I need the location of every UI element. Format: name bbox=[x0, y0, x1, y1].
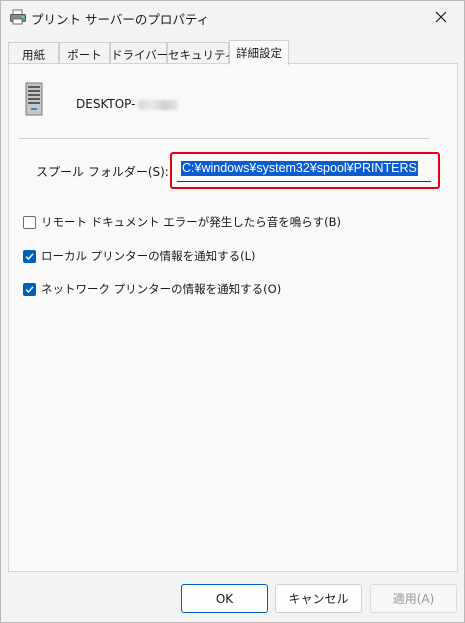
spool-folder-input[interactable]: C:¥windows¥system32¥spool¥PRINTERS bbox=[177, 158, 431, 182]
printer-icon bbox=[9, 8, 27, 26]
close-button[interactable] bbox=[422, 3, 460, 31]
checkmark-icon bbox=[25, 252, 34, 260]
title-bar: プリント サーバーのプロパティ bbox=[1, 1, 464, 35]
checkmark-icon bbox=[25, 285, 34, 293]
spool-folder-value: C:¥windows¥system32¥spool¥PRINTERS bbox=[181, 161, 418, 176]
checkbox-box[interactable] bbox=[23, 282, 36, 296]
checkbox-local-printer-notify[interactable]: ローカル プリンターの情報を通知する(L) bbox=[23, 248, 256, 264]
tab-security[interactable]: セキュリティ bbox=[167, 42, 236, 64]
checkbox-label: リモート ドキュメント エラーが発生したら音を鳴らす(B) bbox=[41, 215, 341, 229]
ok-button[interactable]: OK bbox=[181, 584, 268, 613]
checkbox-network-printer-notify[interactable]: ネットワーク プリンターの情報を通知する(O) bbox=[23, 281, 281, 297]
highlight-callout: C:¥windows¥system32¥spool¥PRINTERS bbox=[170, 152, 440, 189]
tab-label: セキュリティ bbox=[168, 48, 237, 62]
cancel-button[interactable]: キャンセル bbox=[275, 584, 362, 613]
checkbox-label: ネットワーク プリンターの情報を通知する(O) bbox=[41, 282, 282, 296]
tab-advanced[interactable]: 詳細設定 bbox=[229, 40, 289, 65]
tab-ports[interactable]: ポート bbox=[59, 42, 110, 64]
tab-paper[interactable]: 用紙 bbox=[8, 42, 59, 64]
redacted-area bbox=[138, 99, 179, 110]
divider bbox=[19, 138, 429, 139]
advanced-settings-panel: DESKTOP- スプール フォルダー(S): C:¥windows¥syste… bbox=[8, 63, 458, 572]
checkbox-box[interactable] bbox=[23, 215, 36, 229]
checkbox-remote-error-beep[interactable]: リモート ドキュメント エラーが発生したら音を鳴らす(B) bbox=[23, 214, 341, 230]
checkbox-box[interactable] bbox=[23, 249, 36, 263]
window-title: プリント サーバーのプロパティ bbox=[31, 12, 210, 27]
checkbox-label: ローカル プリンターの情報を通知する(L) bbox=[41, 249, 256, 263]
tab-label: ポート bbox=[67, 48, 102, 62]
close-icon bbox=[435, 11, 447, 23]
tab-label: 用紙 bbox=[22, 48, 45, 62]
apply-button[interactable]: 適用(A) bbox=[370, 584, 457, 613]
spool-folder-label: スプール フォルダー(S): bbox=[36, 165, 169, 179]
server-icon bbox=[23, 82, 45, 116]
server-name: DESKTOP- bbox=[76, 97, 179, 111]
tab-drivers[interactable]: ドライバー bbox=[110, 42, 169, 64]
tab-label: ドライバー bbox=[111, 48, 169, 62]
tab-label: 詳細設定 bbox=[236, 46, 282, 60]
print-server-properties-dialog: プリント サーバーのプロパティ 用紙 ポート ドライバー セキュリティ 詳細設定 bbox=[0, 0, 465, 623]
